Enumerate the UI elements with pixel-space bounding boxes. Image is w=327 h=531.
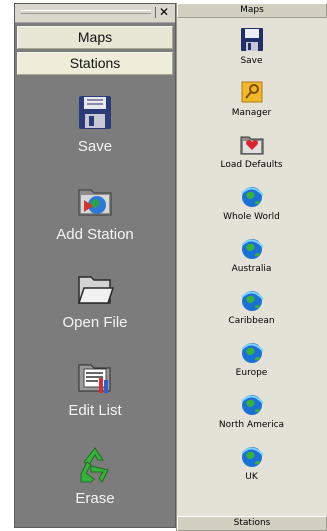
- item-north-america[interactable]: North America: [177, 391, 326, 430]
- item-load-defaults[interactable]: Load Defaults: [177, 131, 326, 170]
- item-australia[interactable]: Australia: [177, 235, 326, 274]
- item-north-america-label: North America: [218, 420, 285, 430]
- group-header-stations[interactable]: Stations: [177, 516, 327, 531]
- floppy-disk-icon: [75, 92, 115, 132]
- load-defaults-icon: [239, 131, 265, 157]
- globe-icon: [239, 339, 265, 365]
- erase-button[interactable]: Erase: [15, 444, 175, 507]
- globe-icon: [239, 391, 265, 417]
- item-save[interactable]: Save: [177, 27, 326, 66]
- close-icon[interactable]: ✕: [156, 4, 172, 20]
- save-label: Save: [77, 138, 113, 155]
- drag-grip[interactable]: [21, 10, 151, 14]
- globe-icon: [239, 183, 265, 209]
- open-file-button[interactable]: Open File: [15, 268, 175, 331]
- edit-list-icon: [75, 356, 115, 396]
- globe-icon: [239, 443, 265, 469]
- panel-titlebar[interactable]: ✕: [15, 4, 175, 23]
- item-manager[interactable]: Manager: [177, 79, 326, 118]
- folder-globe-icon: [75, 180, 115, 220]
- save-button[interactable]: Save: [15, 92, 175, 155]
- open-folder-icon: [75, 268, 115, 308]
- item-save-label: Save: [240, 56, 263, 66]
- item-manager-label: Manager: [231, 108, 272, 118]
- item-europe[interactable]: Europe: [177, 339, 326, 378]
- item-australia-label: Australia: [231, 264, 272, 274]
- item-uk-label: UK: [245, 472, 258, 482]
- group-button-stations[interactable]: Stations: [17, 52, 173, 75]
- floppy-disk-icon: [239, 27, 265, 53]
- globe-icon: [239, 287, 265, 313]
- recycle-icon: [75, 444, 115, 484]
- add-station-button[interactable]: Add Station: [15, 180, 175, 243]
- item-whole-world[interactable]: Whole World: [177, 183, 326, 222]
- group-button-maps[interactable]: Maps: [17, 26, 173, 49]
- left-panel: ✕ Maps Stations Save Add Station Open Fi…: [14, 3, 176, 528]
- item-uk[interactable]: UK: [177, 443, 326, 482]
- manager-icon: [239, 79, 265, 105]
- item-whole-world-label: Whole World: [223, 212, 280, 222]
- globe-icon: [239, 235, 265, 261]
- edit-list-label: Edit List: [68, 402, 122, 419]
- item-europe-label: Europe: [235, 368, 268, 378]
- add-station-label: Add Station: [56, 226, 134, 243]
- right-panel: Maps Save Manager Load Defaults Whole Wo…: [176, 3, 327, 531]
- item-load-defaults-label: Load Defaults: [220, 160, 283, 170]
- item-caribbean[interactable]: Caribbean: [177, 287, 326, 326]
- edit-list-button[interactable]: Edit List: [15, 356, 175, 419]
- item-caribbean-label: Caribbean: [228, 316, 275, 326]
- erase-label: Erase: [75, 490, 115, 507]
- open-file-label: Open File: [62, 314, 128, 331]
- group-header-maps[interactable]: Maps: [177, 3, 327, 18]
